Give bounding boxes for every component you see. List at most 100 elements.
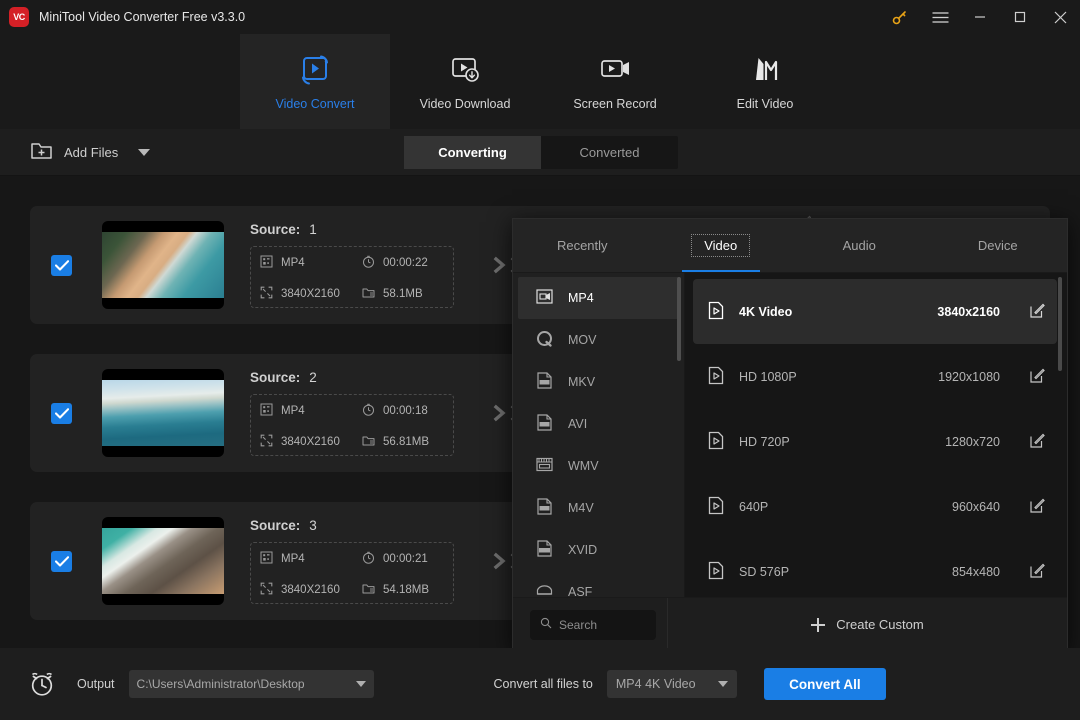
tab-device[interactable]: Device [929, 219, 1068, 272]
file-format-icon [260, 255, 273, 271]
mp4-format-icon [535, 287, 554, 309]
title-bar: VC MiniTool Video Converter Free v3.3.0 [0, 0, 1080, 34]
resolution-item-hd-1080p[interactable]: HD 1080P 1920x1080 [693, 344, 1057, 409]
nav-tab-video-convert[interactable]: Video Convert [240, 34, 390, 129]
format-item-xvid[interactable]: XVID [518, 529, 679, 571]
tab-label: Audio [842, 238, 876, 253]
tab-video[interactable]: Video [652, 219, 791, 272]
add-files-button[interactable]: Add Files [30, 139, 151, 166]
video-file-icon [707, 496, 725, 518]
spec-duration: 00:00:18 [362, 403, 464, 419]
m4v-format-icon [535, 497, 554, 519]
edit-preset-icon[interactable] [1030, 433, 1045, 451]
format-item-avi[interactable]: AVI [518, 403, 679, 445]
search-input[interactable]: Search [530, 609, 656, 640]
tab-recently[interactable]: Recently [513, 219, 652, 272]
format-value: MP4 [281, 256, 305, 269]
app-logo-icon: VC [9, 7, 29, 27]
chevron-down-icon[interactable] [717, 681, 728, 687]
format-label: WMV [568, 459, 599, 473]
main-nav: Video Convert Video Download Screen Reco… [0, 34, 1080, 129]
format-item-asf[interactable]: ASF [518, 571, 679, 597]
screen-record-icon [595, 53, 635, 87]
resolution-item-sd-576p[interactable]: SD 576P 854x480 [693, 539, 1057, 597]
create-custom-button[interactable]: Create Custom [668, 617, 1067, 632]
spec-box: MP4 00:00:18 3840X2160 56.81MB [250, 394, 454, 456]
output-path-value: C:\Users\Administrator\Desktop [136, 677, 305, 691]
key-icon[interactable] [880, 0, 920, 34]
hamburger-menu-icon[interactable] [920, 0, 960, 34]
format-label: M4V [568, 501, 594, 515]
resolution-list-scrollbar[interactable] [1058, 277, 1062, 371]
edit-preset-icon[interactable] [1030, 368, 1045, 386]
edit-preset-icon[interactable] [1030, 563, 1045, 581]
tab-converting[interactable]: Converting [404, 136, 541, 169]
search-icon [540, 616, 552, 634]
resolution-name: HD 1080P [739, 369, 797, 384]
format-value: MP4 [281, 552, 305, 565]
duration-value: 00:00:22 [383, 256, 428, 269]
video-thumbnail [102, 517, 224, 605]
format-item-wmv[interactable]: WMV [518, 445, 679, 487]
row-checkbox[interactable] [51, 254, 72, 276]
resize-icon [260, 286, 273, 302]
resolution-dimension: 960x640 [952, 499, 1000, 514]
row-checkbox[interactable] [51, 550, 72, 572]
clock-icon [362, 551, 375, 567]
resolution-dimension: 3840x2160 [937, 304, 1000, 319]
format-list-scrollbar[interactable] [677, 277, 681, 361]
folder-plus-icon [30, 139, 53, 166]
tab-converted[interactable]: Converted [541, 136, 678, 169]
row-meta: Source: 2 MP4 00:00:18 3840X2160 56.81MB [250, 370, 454, 456]
output-path-select[interactable]: C:\Users\Administrator\Desktop [128, 670, 374, 698]
format-item-m4v[interactable]: M4V [518, 487, 679, 529]
edit-preset-icon[interactable] [1030, 303, 1045, 321]
wmv-format-icon [535, 455, 554, 477]
format-label: AVI [568, 417, 588, 431]
nav-tab-video-download[interactable]: Video Download [390, 34, 540, 129]
chevron-down-icon[interactable] [355, 681, 366, 687]
source-label: Source: [250, 370, 301, 385]
clock-icon [362, 255, 375, 271]
panel-footer: Search Create Custom [513, 597, 1067, 651]
edit-preset-icon[interactable] [1030, 498, 1045, 516]
format-list: MP4 MOV MKV AVI WMV M4V XVID ASF [513, 273, 685, 597]
tab-audio[interactable]: Audio [790, 219, 929, 272]
spec-size: 54.18MB [362, 582, 464, 598]
nav-tab-screen-record[interactable]: Screen Record [540, 34, 690, 129]
chevron-down-icon[interactable] [138, 148, 151, 156]
app-title: MiniTool Video Converter Free v3.3.0 [39, 10, 246, 24]
alarm-clock-icon[interactable] [28, 670, 56, 698]
spec-format: MP4 [260, 551, 362, 567]
row-checkbox[interactable] [51, 402, 72, 424]
format-item-mp4[interactable]: MP4 [518, 277, 679, 319]
app-logo-text: VC [13, 12, 25, 22]
resolution-item-640p[interactable]: 640P 960x640 [693, 474, 1057, 539]
spec-format: MP4 [260, 255, 362, 271]
add-files-label: Add Files [64, 144, 119, 160]
video-file-icon [707, 561, 725, 583]
nav-tab-label: Video Convert [275, 96, 355, 111]
convert-format-select[interactable]: MP4 4K Video [606, 670, 737, 698]
video-file-icon [707, 366, 725, 388]
tab-label: Video [691, 234, 751, 257]
format-item-mov[interactable]: MOV [518, 319, 679, 361]
convert-all-button[interactable]: Convert All [763, 668, 886, 700]
file-size-icon [362, 286, 375, 302]
format-item-mkv[interactable]: MKV [518, 361, 679, 403]
window-controls [880, 0, 1080, 34]
convert-format-value: MP4 4K Video [615, 677, 696, 691]
resolution-item-4k-video[interactable]: 4K Video 3840x2160 [693, 279, 1057, 344]
resolution-item-hd-720p[interactable]: HD 720P 1280x720 [693, 409, 1057, 474]
format-value: MP4 [281, 404, 305, 417]
maximize-icon[interactable] [1000, 0, 1040, 34]
close-icon[interactable] [1040, 0, 1080, 34]
file-format-icon [260, 403, 273, 419]
resolution-list: 4K Video 3840x2160 HD 1080P 1920x1080 HD… [685, 273, 1067, 597]
xvid-format-icon [535, 539, 554, 561]
video-file-icon [707, 301, 725, 323]
minimize-icon[interactable] [960, 0, 1000, 34]
nav-tab-edit-video[interactable]: Edit Video [690, 34, 840, 129]
resolution-dimension: 1920x1080 [938, 369, 1000, 384]
edit-video-icon [745, 53, 785, 87]
